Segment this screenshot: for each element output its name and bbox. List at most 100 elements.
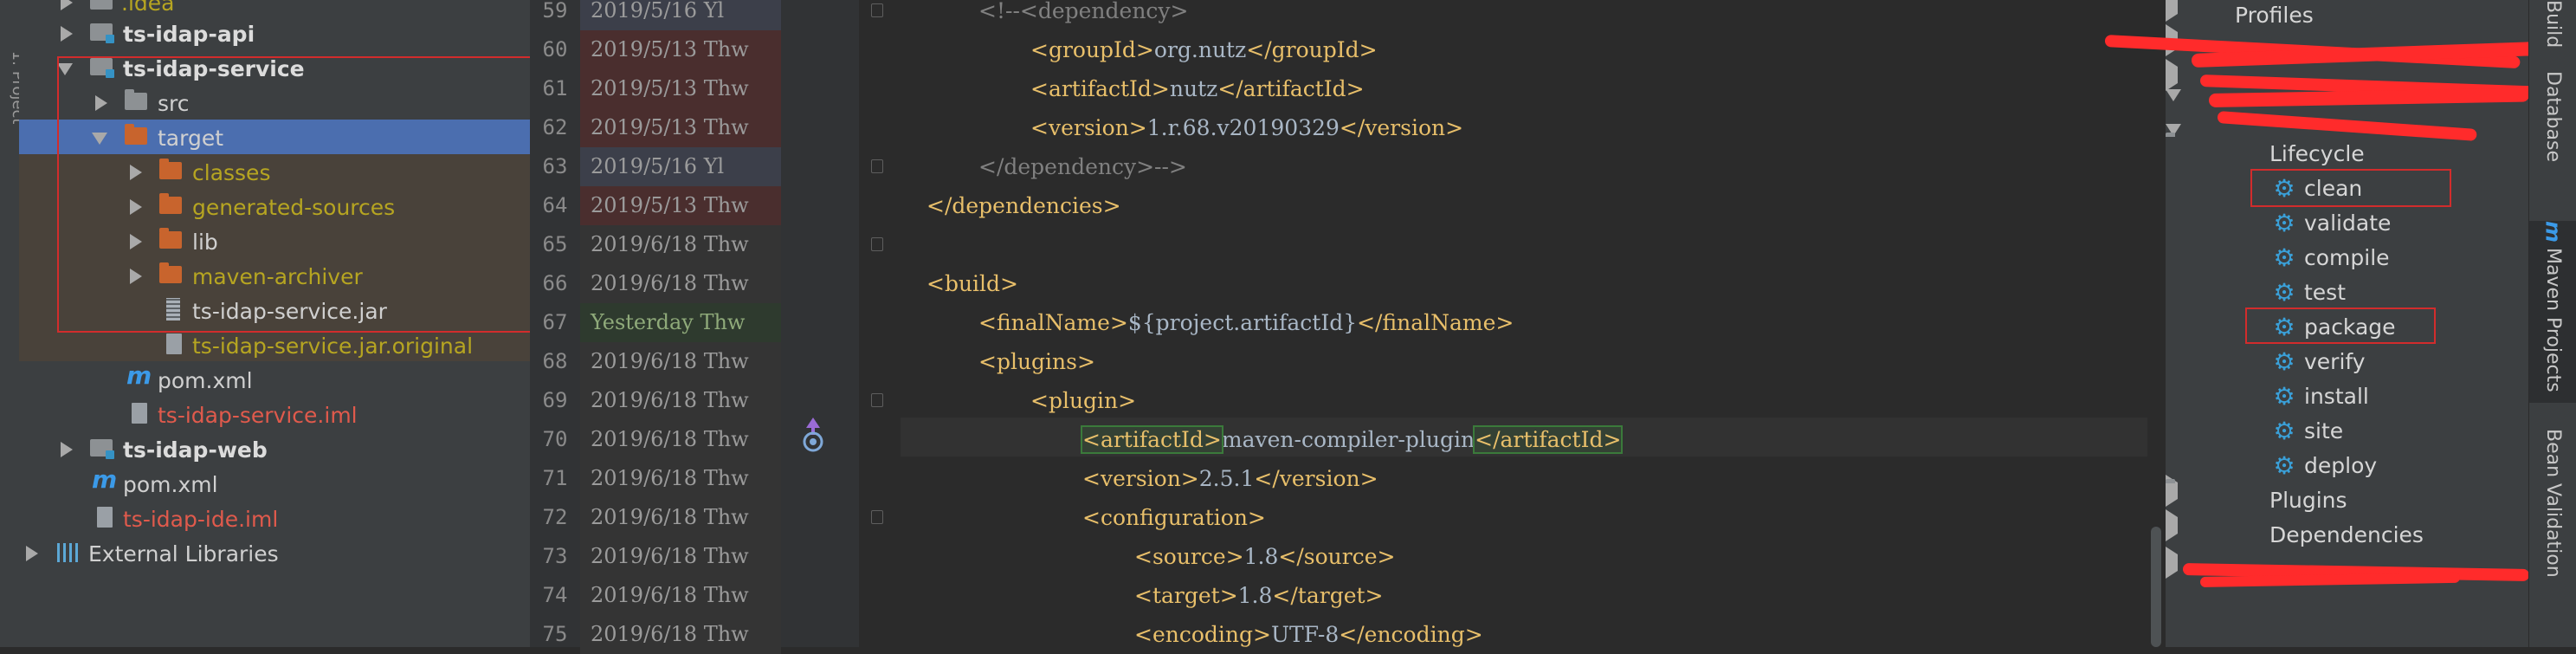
expand-arrow-icon[interactable] [61, 26, 73, 42]
vcs-annotation[interactable]: 2019/5/13 Thw [580, 108, 781, 147]
code-folding-column [859, 0, 901, 647]
fold-marker-icon[interactable] [871, 393, 883, 407]
maven-profiles-node[interactable]: Profiles [2166, 0, 2529, 32]
vcs-annotation[interactable]: 2019/5/13 Thw [580, 186, 781, 225]
vcs-annotation[interactable]: 2019/6/18 Thw [580, 342, 781, 381]
module-folder-icon [90, 439, 114, 459]
vcs-annotation[interactable]: 2019/6/18 Thw [580, 420, 781, 459]
expand-arrow-icon[interactable] [61, 0, 73, 10]
build-tool-tab[interactable]: Build [2529, 0, 2576, 69]
maven-goal-validate[interactable]: ⚙ validate [2166, 205, 2529, 240]
maven-goal-verify[interactable]: ⚙ verify [2166, 344, 2529, 379]
maven-goal-label: install [2304, 384, 2369, 409]
xml-tag: <groupId> [1030, 37, 1154, 62]
code-line[interactable]: <target>1.8</target> [1134, 576, 1384, 615]
expand-arrow-icon[interactable] [2166, 0, 2178, 22]
expand-arrow-icon[interactable] [2166, 547, 2178, 579]
vcs-annotation[interactable]: 2019/6/18 Thw [580, 381, 781, 420]
maven-lifecycle-node[interactable]: Lifecycle [2166, 124, 2529, 171]
vcs-annotation[interactable]: 2019/6/18 Thw [580, 537, 781, 576]
xml-comment: <!--<dependency> [978, 0, 1189, 23]
code-line[interactable]: <plugin> [1030, 381, 1136, 420]
vcs-annotation[interactable]: 2019/5/13 Thw [580, 69, 781, 108]
vcs-annotation[interactable]: 2019/5/16 Yl [580, 0, 781, 30]
tree-item-external-libraries[interactable]: External Libraries [19, 535, 530, 570]
code-line[interactable]: <artifactId>nutz</artifactId> [1030, 69, 1365, 108]
code-line[interactable]: <plugins> [978, 342, 1095, 381]
vcs-annotation[interactable]: 2019/6/18 Thw [580, 459, 781, 498]
vcs-annotation[interactable]: 2019/6/18 Thw [580, 498, 781, 537]
vcs-annotation[interactable]: 2019/5/16 Yl [580, 147, 781, 186]
code-line[interactable]: <build> [926, 264, 1018, 303]
scrollbar-thumb[interactable] [2151, 527, 2161, 647]
bean-validation-tool-tab[interactable]: Bean Validation [2529, 429, 2576, 637]
tree-item-service-pom[interactable]: m pom.xml [19, 361, 530, 397]
xml-text: 1.r.68.v20190329 [1146, 115, 1340, 140]
clean-highlight-box [2250, 169, 2451, 207]
code-line[interactable]: </dependencies> [926, 186, 1121, 225]
maven-dependencies-label: Dependencies [2269, 522, 2424, 547]
tree-item-service-iml[interactable]: ts-idap-service.iml [19, 397, 530, 431]
expand-arrow-icon[interactable] [61, 442, 73, 457]
code-editor[interactable]: <!--<dependency> <groupId>org.nutz</group… [901, 0, 2147, 647]
collapse-arrow-icon[interactable] [2166, 124, 2181, 152]
right-tool-strip: Build Database m Maven Projects Bean Vali… [2528, 0, 2576, 647]
vcs-annotation[interactable]: 2019/5/13 Thw [580, 30, 781, 69]
tree-item-ts-idap-web[interactable]: ts-idap-web [19, 431, 530, 466]
expand-arrow-icon[interactable] [26, 546, 38, 561]
xml-tag: </target> [1272, 583, 1384, 608]
maven-plugins-node[interactable]: Plugins [2166, 475, 2529, 517]
maven-goal-deploy[interactable]: ⚙ deploy [2166, 448, 2529, 482]
xml-text: 2.5.1 [1198, 466, 1255, 491]
tree-item-root-pom[interactable]: m pom.xml [19, 465, 530, 501]
fold-marker-icon[interactable] [871, 159, 883, 173]
code-line[interactable]: <encoding>UTF-8</encoding> [1134, 615, 1483, 647]
code-line[interactable]: <version>1.r.68.v20190329</version> [1030, 108, 1463, 147]
override-method-icon[interactable] [798, 414, 828, 454]
fold-marker-icon[interactable] [871, 3, 883, 17]
maven-goal-site[interactable]: ⚙ site [2166, 413, 2529, 448]
code-line[interactable]: <source>1.8</source> [1134, 537, 1395, 576]
database-tool-tab[interactable]: Database [2529, 71, 2576, 201]
fold-marker-icon[interactable] [871, 510, 883, 524]
collapse-arrow-icon[interactable] [2166, 89, 2181, 118]
maven-projects-tool-tab[interactable]: m Maven Projects [2529, 221, 2576, 403]
code-line[interactable]: <groupId>org.nutz</groupId> [1030, 30, 1378, 69]
editor-scrollbar[interactable] [2147, 0, 2165, 647]
maven-goal-test[interactable]: ⚙ test [2166, 275, 2529, 309]
xml-tag: <finalName> [978, 310, 1128, 335]
line-number: 64 [542, 193, 568, 217]
xml-tag: <plugins> [978, 349, 1095, 374]
xml-tag: <artifactId> [1081, 425, 1223, 454]
project-tree-panel: .idea ts-idap-api ts-idap-service src ta… [19, 0, 542, 647]
tree-item-ts-idap-api[interactable]: ts-idap-api [19, 16, 530, 50]
tree-item-root-iml[interactable]: ts-idap-ide.iml [19, 501, 530, 535]
code-line[interactable]: <version>2.5.1</version> [1082, 459, 1378, 498]
line-number: 73 [542, 544, 568, 568]
maven-icon: m [2540, 221, 2566, 243]
vcs-annotation[interactable]: 2019/6/18 Thw [580, 615, 781, 654]
vcs-annotation[interactable]: 2019/6/18 Thw [580, 264, 781, 303]
maven-goal-install[interactable]: ⚙ install [2166, 379, 2529, 413]
code-line[interactable]: <configuration> [1082, 498, 1266, 537]
maven-plugins-label: Plugins [2269, 488, 2347, 513]
tree-item-label: pom.xml [123, 472, 218, 497]
tree-item-service-jar-original[interactable]: ts-idap-service.jar.original [19, 327, 530, 362]
expand-arrow-icon[interactable] [2166, 59, 2178, 91]
fold-marker-icon[interactable] [871, 237, 883, 251]
code-line[interactable]: </dependency>--> [978, 147, 1187, 186]
xml-tag: </source> [1278, 544, 1396, 569]
xml-tag: <version> [1030, 115, 1147, 140]
vcs-annotation[interactable]: 2019/6/18 Thw [580, 576, 781, 615]
xml-tag: <configuration> [1082, 505, 1266, 530]
code-line[interactable]: <!--<dependency> [978, 0, 1189, 30]
maven-dependencies-node[interactable]: Dependencies [2166, 509, 2529, 552]
line-number: 60 [542, 37, 568, 62]
code-line[interactable]: <artifactId>maven-compiler-plugin</artif… [1081, 420, 1624, 459]
code-line[interactable]: <finalName>${project.artifactId}</finalN… [978, 303, 1514, 342]
tree-item-label: pom.xml [158, 368, 253, 393]
maven-goal-compile[interactable]: ⚙ compile [2166, 240, 2529, 275]
vcs-annotation[interactable]: 2019/6/18 Thw [580, 225, 781, 264]
vcs-annotation[interactable]: Yesterday Thw [580, 303, 781, 342]
expand-arrow-icon[interactable] [2166, 509, 2178, 541]
